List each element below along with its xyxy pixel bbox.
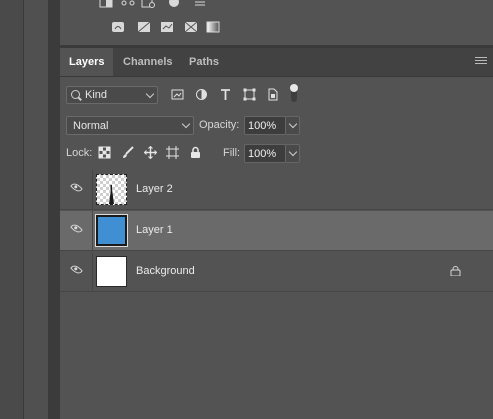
hue-saturation-icon[interactable] xyxy=(111,21,125,33)
vibrance-icon[interactable] xyxy=(193,0,207,8)
blend-mode-select[interactable]: Normal xyxy=(66,116,194,135)
row-separator xyxy=(92,252,93,292)
photo-filter-icon[interactable] xyxy=(184,21,198,33)
blend-mode-value: Normal xyxy=(73,120,109,132)
row-separator xyxy=(92,170,93,210)
panel-menu-icon[interactable] xyxy=(475,57,487,67)
fill-field[interactable]: 100% xyxy=(244,144,286,163)
brightness-contrast-icon[interactable] xyxy=(99,0,113,8)
layer-name[interactable]: Layer 2 xyxy=(136,183,173,195)
filter-kind-label: Kind xyxy=(85,89,108,101)
lock-transparent-pixels-icon[interactable] xyxy=(98,146,111,159)
filter-kind-select[interactable]: Kind xyxy=(66,86,158,104)
row-separator xyxy=(92,211,93,251)
layer-thumbnail xyxy=(96,256,127,287)
layer-list: Layer 2 Layer 1 Background xyxy=(60,170,493,294)
tool-strip xyxy=(0,0,24,419)
lock-artboard-icon[interactable] xyxy=(166,146,179,159)
curves-icon[interactable] xyxy=(141,0,155,8)
panel-tab-bar: Layers Channels Paths xyxy=(60,48,493,77)
lock-icon[interactable] xyxy=(450,266,461,276)
chevron-down-icon xyxy=(288,147,298,157)
tower-thumbnail-icon xyxy=(109,185,114,204)
type-filter-icon[interactable] xyxy=(219,88,232,101)
gradient-map-icon[interactable] xyxy=(206,21,220,33)
opacity-label: Opacity: xyxy=(199,119,240,131)
smart-object-filter-icon[interactable] xyxy=(266,88,279,101)
opacity-field[interactable]: 100% xyxy=(244,116,286,135)
fill-label: Fill: xyxy=(223,147,241,159)
lock-row: Lock: Fill: 100% xyxy=(60,144,493,164)
panel-gutter xyxy=(24,0,48,419)
pixel-filter-icon[interactable] xyxy=(171,88,184,101)
color-balance-icon[interactable] xyxy=(137,21,151,33)
tab-layers[interactable]: Layers xyxy=(60,48,113,76)
filter-row: Kind xyxy=(60,84,493,106)
panel-divider[interactable] xyxy=(48,0,60,419)
layer-row-layer-1[interactable]: Layer 1 xyxy=(60,211,493,251)
visibility-eye-icon[interactable] xyxy=(70,263,83,276)
layer-thumbnail xyxy=(95,214,128,247)
chevron-down-icon xyxy=(145,89,155,99)
adjustment-filter-icon[interactable] xyxy=(195,88,208,101)
layer-row-background[interactable]: Background xyxy=(60,252,493,292)
fill-dropdown[interactable] xyxy=(286,144,300,163)
visibility-eye-icon[interactable] xyxy=(70,222,83,235)
visibility-eye-icon[interactable] xyxy=(70,181,83,194)
chevron-down-icon xyxy=(181,119,191,129)
levels-icon[interactable] xyxy=(121,0,135,8)
layers-panel: Layers Channels Paths Kind Normal Opacit… xyxy=(60,48,493,419)
tab-paths[interactable]: Paths xyxy=(180,48,225,76)
lock-image-pixels-icon[interactable] xyxy=(122,146,135,159)
blend-row: Normal Opacity: 100% xyxy=(60,116,493,136)
adjustments-panel xyxy=(60,0,493,45)
lock-position-icon[interactable] xyxy=(144,146,157,159)
layer-name[interactable]: Background xyxy=(136,265,195,277)
layer-list-empty-area[interactable] xyxy=(60,294,493,419)
shape-filter-icon[interactable] xyxy=(243,88,256,101)
filter-toggle[interactable] xyxy=(290,84,298,102)
lock-all-icon[interactable] xyxy=(189,146,202,159)
tab-channels[interactable]: Channels xyxy=(114,48,179,76)
black-white-icon[interactable] xyxy=(160,21,174,33)
layer-thumbnail xyxy=(96,174,127,205)
lock-label: Lock: xyxy=(66,147,93,159)
opacity-value: 100% xyxy=(248,120,277,132)
fill-value: 100% xyxy=(248,148,277,160)
search-icon xyxy=(71,90,80,99)
exposure-icon[interactable] xyxy=(168,0,182,8)
layer-name[interactable]: Layer 1 xyxy=(136,224,173,236)
chevron-down-icon xyxy=(288,119,298,129)
opacity-dropdown[interactable] xyxy=(286,116,300,135)
layer-row-layer-2[interactable]: Layer 2 xyxy=(60,170,493,210)
